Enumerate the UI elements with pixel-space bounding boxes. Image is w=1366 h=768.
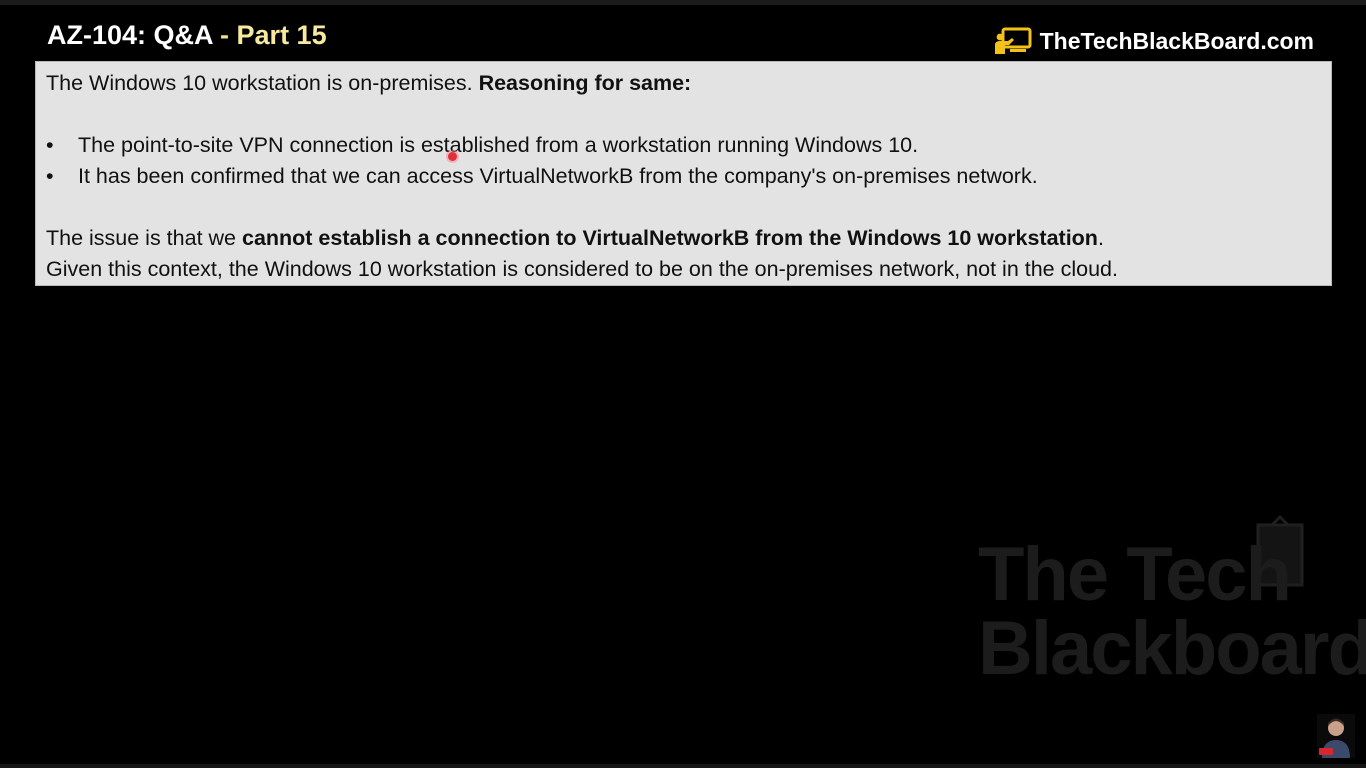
list-item: • It has been confirmed that we can acces… xyxy=(46,161,1321,192)
watermark-logo: The Tech Blackboard xyxy=(972,515,1366,700)
content-panel: The Windows 10 workstation is on-premise… xyxy=(35,61,1332,286)
issue-line: The issue is that we cannot establish a … xyxy=(46,223,1321,254)
title-separator: - xyxy=(212,20,237,50)
intro-bold-text: Reasoning for same: xyxy=(478,71,692,95)
bullet: • xyxy=(46,133,54,157)
list-item: • The point-to-site VPN connection is est… xyxy=(46,130,1321,161)
top-border xyxy=(0,0,1366,5)
bottom-border xyxy=(0,764,1366,768)
watermark-line-1: The Tech xyxy=(978,532,1292,617)
slide-title: AZ-104: Q&A - Part 15 xyxy=(47,20,327,51)
list-item-text: The point-to-site VPN connection is esta… xyxy=(78,133,919,157)
issue-end: . xyxy=(1097,226,1104,250)
intro-text: The Windows 10 workstation is on-premise… xyxy=(46,71,479,95)
blackboard-presenter-icon xyxy=(994,27,1032,54)
video-frame: AZ-104: Q&A - Part 15 TheTechBlackBoard.… xyxy=(0,0,1366,768)
pointer-cursor xyxy=(448,152,457,161)
brand-name: TheTechBlackBoard.com xyxy=(1039,27,1314,54)
intro-line: The Windows 10 workstation is on-premise… xyxy=(46,68,1321,99)
list-item-text: It has been confirmed that we can access… xyxy=(78,164,1038,188)
presenter-avatar xyxy=(1317,714,1355,758)
bullet: • xyxy=(46,164,54,188)
title-main: AZ-104: Q&A xyxy=(47,20,213,50)
conclusion-line: Given this context, the Windows 10 works… xyxy=(46,257,1118,281)
issue-bold-text: cannot establish a connection to Virtual… xyxy=(241,226,1098,250)
issue-text: The issue is that we xyxy=(46,226,242,250)
brand-logo: TheTechBlackBoard.com xyxy=(994,27,1314,55)
title-part: Part 15 xyxy=(236,20,327,50)
reason-list: • The point-to-site VPN connection is est… xyxy=(46,130,1321,192)
watermark-line-2: Blackboard xyxy=(978,606,1366,691)
